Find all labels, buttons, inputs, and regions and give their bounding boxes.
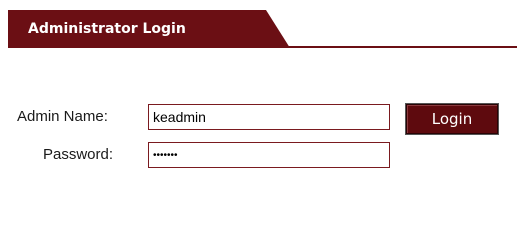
admin-name-label: Admin Name: — [17, 108, 108, 125]
password-input[interactable] — [148, 142, 390, 168]
password-label: Password: — [43, 146, 114, 163]
login-tab: Administrator Login — [8, 10, 298, 48]
tab-title: Administrator Login — [28, 21, 186, 37]
admin-name-input[interactable] — [148, 104, 390, 130]
login-button[interactable]: Login — [405, 103, 499, 135]
